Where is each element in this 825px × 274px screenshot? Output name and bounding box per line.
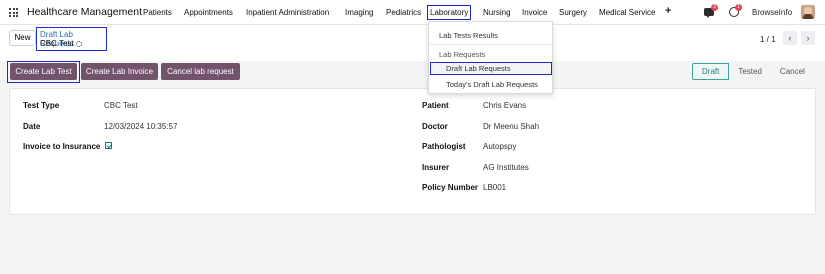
- menu-inpatient-administration[interactable]: Inpatient Administration: [246, 8, 329, 17]
- policy-number-label: Policy Number: [422, 183, 479, 192]
- breadcrumb-current: CBC Test: [40, 39, 82, 48]
- insurer-value[interactable]: AG Institutes: [483, 163, 529, 172]
- pager-prev-button[interactable]: ‹: [783, 31, 797, 45]
- insurer-label: Insurer: [422, 163, 450, 172]
- status-cancel[interactable]: Cancel: [771, 63, 814, 80]
- menu-imaging[interactable]: Imaging: [345, 8, 373, 17]
- apps-grid-icon[interactable]: [9, 8, 18, 17]
- gear-icon[interactable]: [75, 40, 82, 47]
- breadcrumb: Draft Lab Requests CBC Test: [36, 27, 107, 51]
- date-label: Date: [23, 122, 41, 131]
- menu-patients[interactable]: Patients: [143, 8, 172, 17]
- status-tested[interactable]: Tested: [729, 63, 771, 80]
- menu-laboratory[interactable]: Laboratory: [427, 5, 472, 20]
- doctor-value[interactable]: Dr Meenu Shah: [483, 122, 539, 131]
- date-value[interactable]: 12/03/2024 10:35:57: [104, 122, 177, 131]
- add-menu-icon[interactable]: +: [665, 5, 671, 17]
- dropdown-item-lab-tests-results[interactable]: Lab Tests Results: [439, 31, 498, 40]
- patient-value[interactable]: Chris Evans: [483, 101, 526, 110]
- form-sheet: Test Type CBC Test Date 12/03/2024 10:35…: [9, 88, 816, 215]
- create-lab-test-button[interactable]: Create Lab Test: [10, 63, 77, 80]
- app-brand[interactable]: Healthcare Management: [27, 6, 142, 18]
- breadcrumb-current-label: CBC Test: [40, 39, 74, 48]
- status-draft[interactable]: Draft: [692, 63, 730, 80]
- chat-badge: 3: [711, 4, 718, 11]
- menu-nursing[interactable]: Nursing: [483, 8, 511, 17]
- invoice-to-insurance-label: Invoice to Insurance: [23, 142, 101, 151]
- dropdown-item-todays-draft-lab-requests[interactable]: Today's Draft Lab Requests: [446, 80, 538, 89]
- dropdown-section-lab-requests: Lab Requests: [439, 50, 486, 59]
- dropdown-item-draft-lab-requests[interactable]: Draft Lab Requests: [446, 64, 511, 73]
- test-type-value[interactable]: CBC Test: [104, 101, 138, 110]
- user-name[interactable]: BrowseInfo: [752, 8, 792, 17]
- status-bar: Draft Tested Cancel: [692, 63, 814, 80]
- doctor-label: Doctor: [422, 122, 448, 131]
- policy-number-value[interactable]: LB001: [483, 183, 506, 192]
- control-panel: [0, 25, 825, 61]
- invoice-to-insurance-checkbox[interactable]: [105, 142, 112, 149]
- menu-pediatrics[interactable]: Pediatrics: [386, 8, 421, 17]
- pager-value[interactable]: 1 / 1: [760, 35, 776, 44]
- pathologist-label: Pathologist: [422, 142, 466, 151]
- test-type-label: Test Type: [23, 101, 60, 110]
- new-button[interactable]: New: [9, 30, 36, 46]
- menu-surgery[interactable]: Surgery: [559, 8, 587, 17]
- menu-invoice[interactable]: Invoice: [522, 8, 547, 17]
- top-navbar: Healthcare Management Patients Appointme…: [0, 0, 825, 25]
- create-lab-invoice-button[interactable]: Create Lab Invoice: [81, 63, 158, 80]
- cancel-lab-request-button[interactable]: Cancel lab request: [161, 63, 240, 80]
- menu-medical-service[interactable]: Medical Service: [599, 8, 655, 17]
- dropdown-divider: [429, 44, 552, 45]
- laboratory-dropdown: Lab Tests Results Lab Requests Draft Lab…: [428, 21, 553, 94]
- activity-badge: 1: [735, 4, 742, 11]
- pathologist-value[interactable]: Autopspy: [483, 142, 516, 151]
- user-avatar[interactable]: [801, 5, 815, 19]
- patient-label: Patient: [422, 101, 449, 110]
- menu-appointments[interactable]: Appointments: [184, 8, 233, 17]
- pager-next-button[interactable]: ›: [801, 31, 815, 45]
